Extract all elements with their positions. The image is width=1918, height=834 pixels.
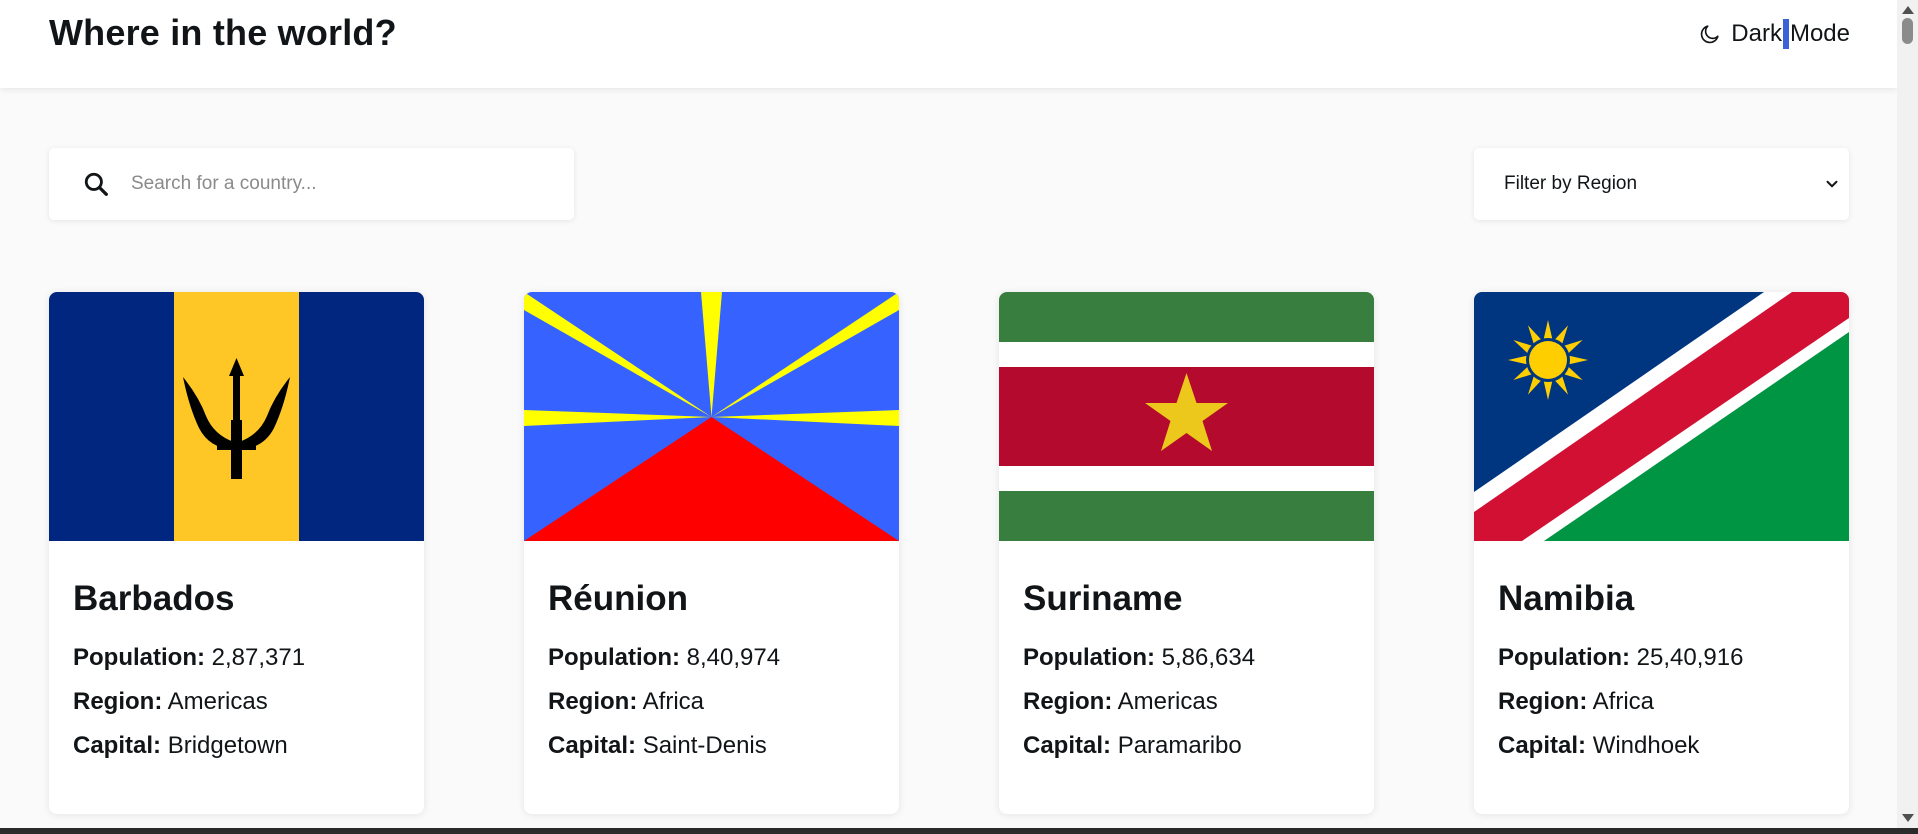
- region-line: Region: Americas: [1023, 687, 1350, 717]
- population-value: 8,40,974: [686, 644, 781, 671]
- capital-label: Capital:: [548, 732, 637, 759]
- country-card[interactable]: Namibia Population: 25,40,916 Region: Af…: [1474, 292, 1849, 814]
- population-label: Population:: [548, 644, 680, 671]
- population-label: Population:: [1498, 644, 1630, 671]
- search-box: [49, 148, 574, 220]
- capital-label: Capital:: [1498, 732, 1587, 759]
- capital-value: Windhoek: [1592, 732, 1700, 759]
- country-name: Suriname: [1023, 579, 1183, 618]
- text-caret: [1782, 19, 1789, 49]
- region-value: Americas: [1117, 688, 1218, 715]
- capital-label: Capital:: [73, 732, 162, 759]
- population-label: Population:: [1023, 644, 1155, 671]
- region-value: Africa: [1592, 688, 1655, 715]
- region-value: Africa: [642, 688, 705, 715]
- population-line: Population: 25,40,916: [1498, 643, 1825, 673]
- population-line: Population: 2,87,371: [73, 643, 400, 673]
- dark-mode-word: Dark: [1731, 20, 1782, 47]
- barbados-flag-image: [49, 292, 424, 541]
- capital-line: Capital: Bridgetown: [73, 731, 400, 761]
- capital-line: Capital: Paramaribo: [1023, 731, 1350, 761]
- top-header: Where in the world? Dark Mode: [0, 0, 1897, 88]
- country-card[interactable]: Réunion Population: 8,40,974 Region: Afr…: [524, 292, 899, 814]
- region-value: Americas: [167, 688, 268, 715]
- region-filter-select[interactable]: Filter by Region: [1474, 148, 1849, 220]
- population-label: Population:: [73, 644, 205, 671]
- region-line: Region: Africa: [1498, 687, 1825, 717]
- dark-mode-toggle[interactable]: Dark Mode: [1699, 18, 1850, 50]
- dark-mode-label: Dark Mode: [1731, 19, 1850, 49]
- capital-value: Bridgetown: [167, 732, 288, 759]
- region-filter-label: Filter by Region: [1504, 173, 1638, 194]
- capital-line: Capital: Windhoek: [1498, 731, 1825, 761]
- population-line: Population: 8,40,974: [548, 643, 875, 673]
- capital-label: Capital:: [1023, 732, 1112, 759]
- viewport: Where in the world? Dark Mode Filter by …: [0, 0, 1897, 828]
- mode-word: Mode: [1789, 20, 1850, 47]
- country-name: Réunion: [548, 579, 688, 618]
- search-icon: [84, 172, 108, 196]
- bottom-edge-bar: [0, 828, 1918, 834]
- capital-line: Capital: Saint-Denis: [548, 731, 875, 761]
- population-line: Population: 5,86,634: [1023, 643, 1350, 673]
- country-name: Namibia: [1498, 579, 1635, 618]
- region-label: Region:: [1023, 688, 1113, 715]
- region-line: Region: Africa: [548, 687, 875, 717]
- region-label: Region:: [548, 688, 638, 715]
- region-label: Region:: [73, 688, 163, 715]
- capital-value: Paramaribo: [1117, 732, 1242, 759]
- namibia-flag-image: [1474, 292, 1849, 541]
- suriname-flag-image: [999, 292, 1374, 541]
- chevron-down-icon: [1826, 180, 1838, 188]
- capital-value: Saint-Denis: [642, 732, 767, 759]
- scrollbar-thumb[interactable]: [1902, 18, 1913, 44]
- scroll-up-arrow-icon[interactable]: [1902, 6, 1914, 14]
- moon-icon: [1701, 25, 1719, 44]
- country-card[interactable]: Suriname Population: 5,86,634 Region: Am…: [999, 292, 1374, 814]
- region-label: Region:: [1498, 688, 1588, 715]
- country-name: Barbados: [73, 579, 235, 618]
- population-value: 25,40,916: [1636, 644, 1744, 671]
- population-value: 5,86,634: [1161, 644, 1256, 671]
- population-value: 2,87,371: [211, 644, 306, 671]
- vertical-scrollbar[interactable]: [1897, 0, 1918, 828]
- scroll-down-arrow-icon[interactable]: [1902, 814, 1914, 822]
- reunion-flag-image: [524, 292, 899, 541]
- app-title: Where in the world?: [49, 12, 397, 53]
- search-input[interactable]: [131, 164, 551, 204]
- region-line: Region: Americas: [73, 687, 400, 717]
- country-card[interactable]: Barbados Population: 2,87,371 Region: Am…: [49, 292, 424, 814]
